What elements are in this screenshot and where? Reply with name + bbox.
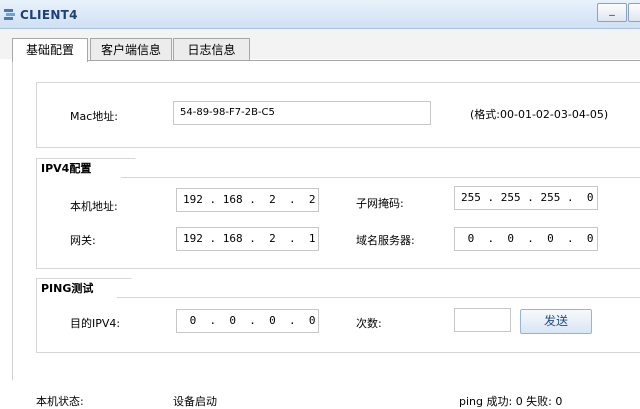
ip-address-field[interactable]: 192 . 168 . 2 . 2 — [176, 188, 319, 212]
maximize-button[interactable] — [628, 3, 640, 22]
ping-group-label: PING测试 — [36, 278, 117, 299]
subnet-mask-label: 子网掩码: — [356, 197, 404, 210]
status-label: 本机状态: — [36, 395, 84, 408]
status-value: 设备启动 — [173, 395, 217, 408]
minimize-button[interactable]: _ — [597, 3, 627, 22]
mac-label: Mac地址: — [70, 110, 118, 123]
tab-basic-config[interactable]: 基础配置 — [12, 38, 88, 62]
gateway-label: 网关: — [70, 234, 96, 247]
mac-format-hint: (格式:00-01-02-03-04-05) — [470, 108, 609, 121]
ip-address-label: 本机地址: — [70, 200, 118, 213]
dns-label: 域名服务器: — [356, 234, 415, 247]
mac-field[interactable]: 54-89-98-F7-2B-C5 — [173, 101, 431, 125]
subnet-mask-field[interactable]: 255 . 255 . 255 . 0 — [454, 186, 598, 210]
app-icon — [4, 9, 15, 20]
ping-count-label: 次数: — [356, 317, 382, 330]
ping-count-field[interactable] — [454, 308, 511, 332]
tab-client-info[interactable]: 客户端信息 — [90, 38, 172, 61]
dns-field[interactable]: 0 . 0 . 0 . 0 — [454, 227, 598, 251]
gateway-field[interactable]: 192 . 168 . 2 . 1 — [176, 227, 319, 251]
ping-target-label: 目的IPV4: — [70, 317, 121, 330]
panel-border — [12, 60, 13, 380]
title-bar[interactable]: CLIENT4 _ — [0, 0, 640, 29]
tab-divider — [12, 60, 640, 61]
window-title: CLIENT4 — [20, 8, 78, 22]
ping-result: ping 成功: 0 失败: 0 — [459, 395, 563, 408]
tab-log-info[interactable]: 日志信息 — [173, 38, 250, 61]
ping-target-field[interactable]: 0 . 0 . 0 . 0 — [176, 309, 319, 333]
ipv4-group-label: IPV4配置 — [36, 158, 121, 179]
send-button[interactable]: 发送 — [520, 309, 592, 334]
